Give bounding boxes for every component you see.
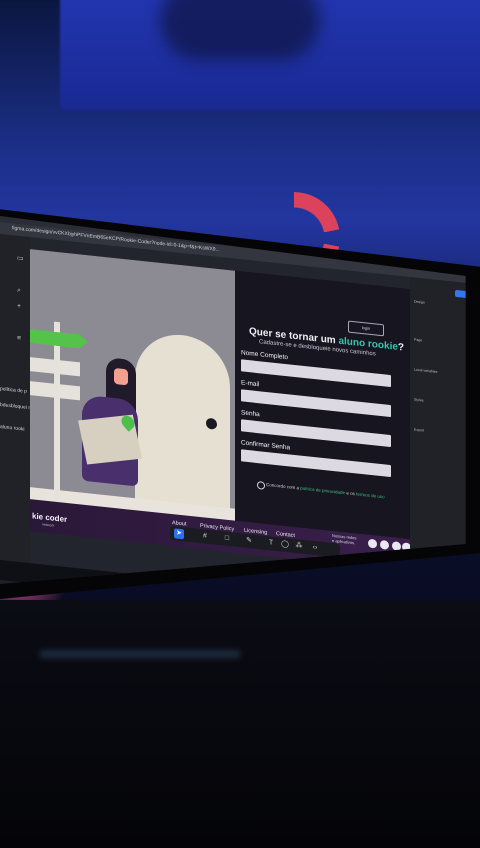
layer-item-3[interactable]: aluno rooki <box>0 424 24 433</box>
footer-brand: kie coder <box>32 511 68 525</box>
desk-reflection <box>40 650 240 658</box>
sidebar-toggle-icon[interactable]: ▭ <box>17 255 24 263</box>
comment-tool-icon[interactable]: ◯ <box>280 539 290 550</box>
pen-tool-icon[interactable]: ✎ <box>244 536 254 547</box>
signpost <box>54 321 60 503</box>
chrome-icon[interactable] <box>220 587 229 597</box>
shape-tool-icon[interactable]: □ <box>222 533 232 544</box>
folder-icon[interactable] <box>276 593 285 600</box>
plus-icon[interactable]: + <box>17 303 23 311</box>
photo-scene: ...HTML Rookie Coder – Figma Cadastro | … <box>0 0 480 848</box>
confirm-password-field[interactable] <box>241 449 391 478</box>
text-tool-icon[interactable]: T <box>266 538 276 549</box>
figma-canvas[interactable]: login Quer se tornar um aluno rookie? Ca… <box>30 237 411 584</box>
name-field[interactable] <box>241 359 391 388</box>
title-suffix: ? <box>397 341 405 354</box>
agree-text: Concordo com a política de privacidade e… <box>266 482 385 499</box>
terms-link[interactable]: termos de uso <box>356 491 385 499</box>
layer-item-2[interactable]: bdesbloquei n <box>0 402 31 411</box>
panel-text: Styles <box>414 397 424 403</box>
panel-text: Page <box>414 337 423 343</box>
illustration-panel <box>30 249 235 523</box>
search-icon[interactable]: ⌕ <box>17 287 23 295</box>
email-field[interactable] <box>241 389 391 418</box>
sign-board <box>30 357 80 377</box>
login-button[interactable]: login <box>348 320 384 337</box>
laptop-monitor: ...HTML Rookie Coder – Figma Cadastro | … <box>0 200 480 600</box>
vscode-icon[interactable] <box>240 589 249 599</box>
panel-text: Design <box>414 299 425 305</box>
social-icon[interactable] <box>368 538 377 549</box>
panel-text: Local variables <box>414 367 438 374</box>
whatsapp-icon[interactable] <box>200 585 209 595</box>
desk-surface <box>0 600 480 848</box>
layers-icon[interactable]: ≡ <box>17 335 23 343</box>
background-shadow <box>160 0 320 60</box>
social-icon[interactable] <box>392 541 401 552</box>
agree-checkbox[interactable] <box>257 481 265 490</box>
app-icon[interactable] <box>294 595 303 600</box>
privacy-link[interactable]: política de privacidade <box>300 486 345 496</box>
agree-mid: e os <box>345 490 357 497</box>
layer-item-1[interactable]: política de p <box>0 386 27 395</box>
components-tool-icon[interactable]: ⁂ <box>294 541 304 552</box>
person-face <box>114 367 128 386</box>
agree-prefix: Concordo com a <box>266 481 301 491</box>
discord-icon[interactable] <box>258 591 267 600</box>
door-knob <box>206 417 217 430</box>
signup-form: login Quer se tornar um aluno rookie? Ca… <box>235 270 410 540</box>
email-label: E-mail <box>241 379 260 389</box>
dev-mode-icon[interactable]: ‹› <box>310 543 320 554</box>
password-label: Senha <box>241 409 260 419</box>
move-tool-icon[interactable]: ➤ <box>174 528 184 540</box>
panel-text: Export <box>414 427 425 433</box>
figma-left-panel: ▭ ⌕ + ≡ política de p bdesbloquei n alun… <box>0 234 31 568</box>
social-icon[interactable] <box>380 539 389 550</box>
sign-board <box>30 381 80 401</box>
design-frame[interactable]: login Quer se tornar um aluno rookie? Ca… <box>30 249 411 572</box>
frame-tool-icon[interactable]: # <box>200 531 210 542</box>
footer-brand-sub: network <box>42 522 55 528</box>
